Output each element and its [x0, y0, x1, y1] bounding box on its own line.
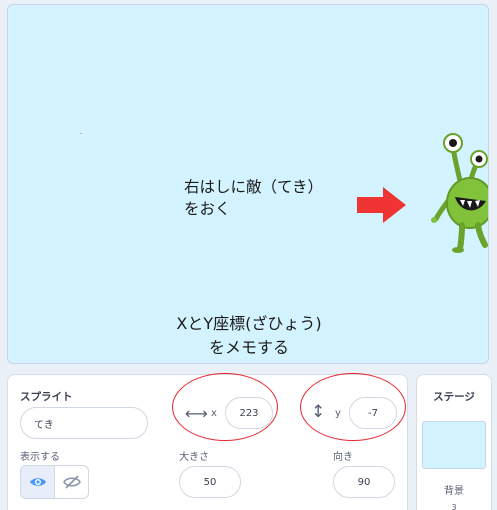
sprite-info-panel: スプライト てき ⟷ x 223 ↕ y -7 表示する 大きさ 50 向き 9… — [7, 373, 408, 510]
right-arrow-icon — [357, 187, 406, 223]
backdrops-label: 背景 — [444, 486, 464, 497]
backdrops-count: 3 — [451, 503, 457, 510]
sprite-label: スプライト — [20, 391, 73, 403]
alien-sprite[interactable] — [422, 129, 489, 255]
stage-panel-title: ステージ — [433, 391, 475, 403]
stage-target-panel[interactable]: ステージ 背景 3 — [416, 374, 492, 510]
show-button[interactable] — [21, 466, 55, 498]
size-label: 大きさ — [179, 452, 209, 463]
direction-label: 向き — [333, 452, 353, 463]
visibility-toggle — [20, 465, 89, 499]
eye-hidden-icon — [62, 475, 81, 489]
x-annotation-circle — [172, 373, 278, 441]
y-annotation-circle — [300, 373, 406, 441]
note-place-enemy: 右はしに敵（てき） をおく — [184, 178, 324, 218]
size-input[interactable]: 50 — [179, 466, 241, 498]
stage-speck — [80, 133, 82, 134]
hide-button[interactable] — [55, 466, 88, 498]
stage-canvas[interactable]: 右はしに敵（てき） をおく XとY座標(ざひょう) をメモする — [7, 4, 489, 364]
sprite-name-input[interactable]: てき — [20, 407, 148, 439]
direction-input[interactable]: 90 — [333, 466, 395, 498]
stage-thumbnail[interactable] — [422, 421, 486, 469]
note-memo-coordinates: XとY座標(ざひょう) をメモする — [176, 314, 322, 357]
show-label: 表示する — [20, 452, 60, 463]
eye-icon — [29, 478, 46, 486]
